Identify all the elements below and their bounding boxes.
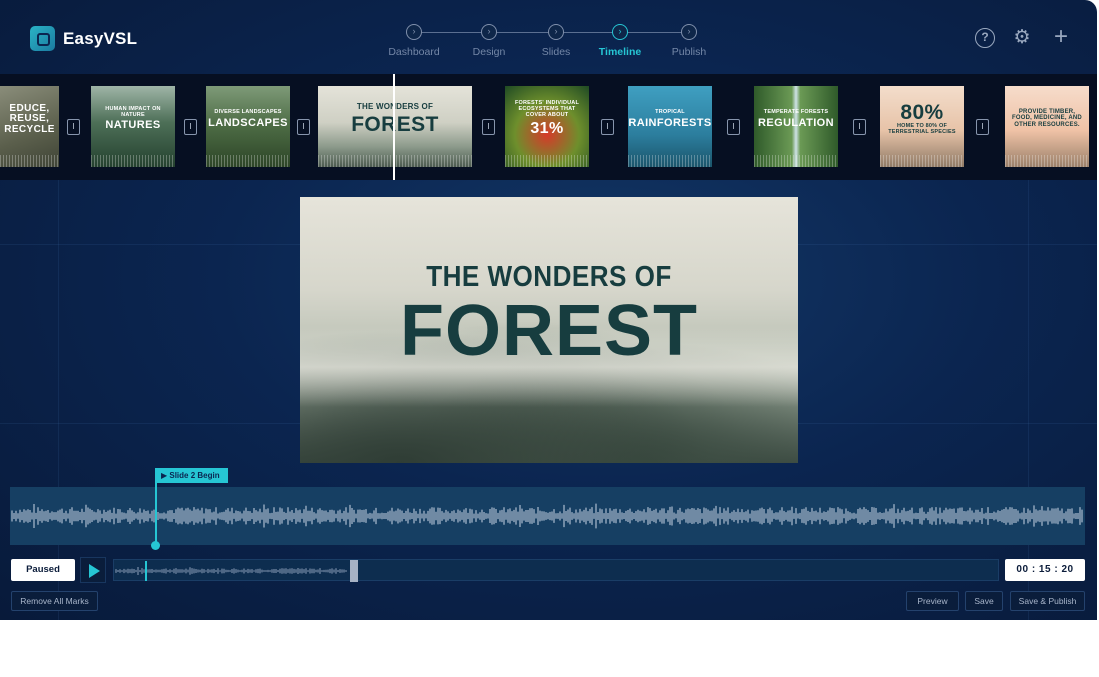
slide-separator[interactable]: I — [727, 119, 740, 135]
workflow-steps: › Dashboard › Design › Slides › Timeline… — [384, 24, 714, 64]
slide-marker-label[interactable]: ▶ Slide 2 Begin — [155, 468, 228, 483]
app-name: EasyVSL — [63, 28, 138, 48]
slide-marker-handle[interactable] — [151, 541, 160, 550]
slide-thumbnail[interactable]: TROPICAL RAINFORESTS — [628, 86, 712, 167]
step-label: Publish — [671, 46, 707, 58]
slide-separator[interactable]: I — [67, 119, 80, 135]
app-logo[interactable]: EasyVSL — [30, 26, 137, 51]
step-label: Timeline — [598, 46, 642, 58]
slide-separator[interactable]: I — [184, 119, 197, 135]
chevron-right-icon: › — [548, 24, 564, 40]
waveform-graphic — [11, 503, 1083, 529]
step-label: Dashboard — [388, 46, 440, 58]
top-header: EasyVSL › Dashboard › Design › Slides › … — [0, 0, 1097, 72]
save-button[interactable]: Save — [965, 591, 1003, 611]
app-window: EasyVSL › Dashboard › Design › Slides › … — [0, 0, 1097, 620]
slides-strip: EDUCE, REUSE, RECYCLE I HUMAN IMPACT ON … — [0, 74, 1097, 180]
slide-thumbnail[interactable]: TEMPERATE FORESTS REGULATION — [754, 86, 838, 167]
slide-separator[interactable]: I — [853, 119, 866, 135]
scrubber-track[interactable] — [113, 559, 999, 582]
slide-separator[interactable]: I — [601, 119, 614, 135]
slide-thumbnail[interactable]: EDUCE, REUSE, RECYCLE — [0, 86, 59, 167]
slide-separator[interactable]: I — [976, 119, 989, 135]
slide-separator[interactable]: I — [297, 119, 310, 135]
slide-preview: THE WONDERS OF FOREST — [300, 197, 798, 463]
save-publish-button[interactable]: Save & Publish — [1010, 591, 1085, 611]
playback-status: Paused — [11, 559, 75, 581]
preview-title-small: THE WONDERS OF — [426, 261, 672, 293]
chevron-right-icon: › — [681, 24, 697, 40]
gear-icon[interactable]: ⚙ — [1012, 28, 1032, 48]
slide-thumbnail[interactable]: 80% HOME TO 80% OF TERRESTRIAL SPECIES — [880, 86, 964, 167]
audio-waveform[interactable] — [10, 487, 1085, 545]
slide-thumbnail-current[interactable]: THE WONDERS OFFOREST — [318, 86, 472, 167]
slide-thumbnail[interactable]: FORESTS' INDIVIDUAL ECOSYSTEMS THAT COVE… — [505, 86, 589, 167]
preview-title-large: FOREST — [399, 291, 698, 371]
remove-all-marks-button[interactable]: Remove All Marks — [11, 591, 98, 611]
time-display: 00 : 15 : 20 — [1005, 559, 1085, 581]
slide-thumbnail[interactable]: DIVERSE LANDSCAPES LANDSCAPES — [206, 86, 290, 167]
chevron-right-icon: › — [406, 24, 422, 40]
step-timeline[interactable]: › Timeline — [580, 24, 660, 58]
step-publish[interactable]: › Publish — [649, 24, 729, 58]
scrubber-handle[interactable] — [350, 560, 358, 582]
grid-line — [58, 180, 59, 620]
chevron-right-icon: › — [612, 24, 628, 40]
scrubber-position — [145, 561, 147, 581]
logo-icon — [30, 26, 55, 51]
slide-thumbnail[interactable]: HUMAN IMPACT ON NATURE NATURES — [91, 86, 175, 167]
chevron-right-icon: › — [481, 24, 497, 40]
mini-waveform — [115, 566, 347, 576]
help-icon[interactable]: ? — [975, 28, 995, 48]
slide-separator[interactable]: I — [482, 119, 495, 135]
slide-thumbnail[interactable]: PROVIDE TIMBER, FOOD, MEDICINE, AND OTHE… — [1005, 86, 1089, 167]
preview-button[interactable]: Preview — [906, 591, 959, 611]
step-dashboard[interactable]: › Dashboard — [374, 24, 454, 58]
play-button[interactable] — [80, 557, 106, 583]
strip-playhead[interactable] — [393, 74, 395, 180]
plus-icon[interactable]: + — [1051, 25, 1071, 49]
grid-line — [1028, 180, 1029, 620]
